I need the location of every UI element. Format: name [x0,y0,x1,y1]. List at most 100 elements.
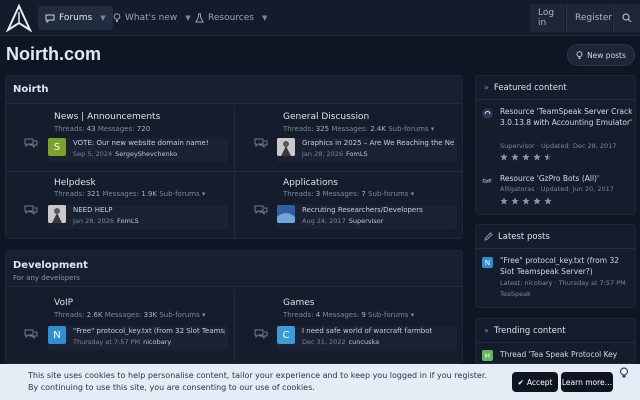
star-icon [522,197,530,205]
last-post-user[interactable]: Supervisor [349,217,384,225]
tab-whats-new[interactable]: What's new ▼ [106,6,198,30]
forum-link-helpdesk[interactable]: Helpdesk [54,178,96,188]
chevron-down-icon[interactable]: ▼ [100,14,105,22]
chevron-down-icon[interactable]: ▾ [411,311,415,319]
featured-item-meta: Supervisor · Updated: Dec 28, 2017 [500,142,617,150]
category-title[interactable]: Noirth [13,84,49,95]
star-icon [500,197,508,205]
learn-more-button[interactable]: Learn more… [561,372,613,392]
star-icon [533,197,541,205]
latest-posts-widget: Latest posts N "Free" protocol_key.txt (… [475,224,636,308]
site-logo[interactable] [6,4,32,32]
last-post-title[interactable]: I need safe world of warcraft farmbot [302,327,454,335]
avatar[interactable] [277,138,295,156]
last-post-title[interactable]: "Free" protocol_key.txt (from 32 Slot Te… [73,327,225,335]
last-post-meta: Jan 28, 2026 FomLS [73,217,139,225]
trending-item-title[interactable]: Thread 'Tea Speak Protocol Key [500,349,634,360]
lightbulb-icon [113,13,121,22]
latest-post-title[interactable]: "Free" protocol_key.txt (from 32 Slot Te… [500,255,634,277]
subforums-dropdown[interactable]: Sub-forums [368,190,408,198]
featured-item-title[interactable]: Resource 'GzPro Bots (All)' [500,173,634,184]
category-header: Noirth [6,76,462,104]
featured-item[interactable]: Resource 'TeamSpeak Server Crack 3.0.13.… [482,106,634,161]
tab-forums[interactable]: Forums ▼ [38,6,113,30]
subforums-dropdown[interactable]: Sub-forums [368,311,408,319]
forum-link-applications[interactable]: Applications [283,178,338,188]
latest-posts-header[interactable]: Latest posts [476,225,635,249]
trending-item[interactable]: H Thread 'Tea Speak Protocol Key [482,349,632,363]
top-navigation: Forums ▼ What's new ▼ Resources ▼ Log in… [0,0,640,36]
last-post[interactable]: Graphics in 2025 – Are We Reaching the N… [277,138,457,162]
cookie-notice: This site uses cookies to help personali… [0,364,640,400]
chevron-down-icon[interactable]: ▾ [202,311,206,319]
avatar[interactable] [277,205,295,223]
chevron-right-icon: » [484,326,489,335]
latest-post-forum[interactable]: TeaSpeak [500,290,531,298]
forum-link-games[interactable]: Games [283,298,314,308]
gzpro-logo-icon: GzP [482,178,493,184]
flask-icon [195,13,204,23]
last-post-title[interactable]: Graphics in 2025 – Are We Reaching the N… [302,139,454,147]
last-post[interactable]: N "Free" protocol_key.txt (from 32 Slot … [48,326,228,350]
chat-bubbles-icon [24,329,38,340]
checkmark-icon: ✔ [517,377,524,387]
star-icon [544,197,552,205]
last-post-date: Jan 28, 2026 [73,217,115,225]
featured-content-widget: » Featured content Resource 'TeamSpeak S… [475,75,636,215]
featured-item[interactable]: GzP Resource 'GzPro Bots (All)' Alligato… [482,173,632,211]
star-icon [533,153,541,161]
star-rating [500,153,552,161]
register-button[interactable]: Register [566,4,612,32]
avatar[interactable]: N [482,257,493,268]
new-posts-button[interactable]: New posts [567,44,635,66]
avatar[interactable]: S [48,138,66,156]
trending-content-header[interactable]: » Trending content [476,319,635,343]
last-post-user[interactable]: nicobary [143,338,171,346]
featured-content-header[interactable]: » Featured content [476,76,635,100]
chevron-down-icon[interactable]: ▾ [431,125,435,133]
last-post-date: Sep 5, 2024 [73,150,113,158]
last-post[interactable]: S VOTE: Our new website domain name! Sep… [48,138,228,162]
subforums-dropdown[interactable]: Sub-forums [159,190,199,198]
avatar[interactable]: C [277,326,295,344]
avatar-image-icon [277,138,295,156]
chevron-down-icon[interactable]: ▾ [202,190,206,198]
last-post-user[interactable]: cuncuska [349,338,380,346]
search-button[interactable] [613,4,640,32]
latest-post-meta: Latest: nicobary · Thursday at 7:57 PM [500,279,626,287]
last-post-user[interactable]: SergeyShevchenko [115,150,177,158]
last-post-title[interactable]: NEED HELP [73,206,225,214]
star-icon [522,153,530,161]
tab-resources[interactable]: Resources ▼ [188,6,274,30]
login-button[interactable]: Log in [530,4,565,32]
lightbulb-icon [576,50,583,59]
avatar[interactable]: H [482,350,493,361]
last-post-title[interactable]: VOTE: Our new website domain name! [73,139,225,147]
chevron-down-icon[interactable]: ▼ [262,14,267,22]
subforums-dropdown[interactable]: Sub-forums [388,125,428,133]
forum-link-voip[interactable]: VoIP [54,298,73,308]
divider [234,289,235,365]
latest-post-item[interactable]: N "Free" protocol_key.txt (from 32 Slot … [482,255,632,305]
last-post-user[interactable]: FomLS [346,150,368,158]
forum-link-general[interactable]: General Discussion [283,112,369,122]
subforums-dropdown[interactable]: Sub-forums [159,311,199,319]
divider [234,106,235,238]
avatar-image-icon [277,205,295,223]
last-post[interactable]: NEED HELP Jan 28, 2026 FomLS [48,205,228,229]
page-title: Noirth.com [6,44,102,64]
cookie-text: This site uses cookies to help personali… [28,370,487,394]
last-post[interactable]: C I need safe world of warcraft farmbot … [277,326,457,350]
accept-cookies-button[interactable]: ✔ Accept [512,372,558,392]
avatar[interactable] [48,205,66,223]
featured-content-title: Featured content [493,82,567,93]
chevron-down-icon[interactable]: ▾ [411,190,415,198]
category-title[interactable]: Development [13,260,88,271]
forum-link-news[interactable]: News | Announcements [54,112,160,122]
last-post-user[interactable]: FomLS [117,217,139,225]
star-icon [544,153,552,161]
featured-item-title[interactable]: Resource 'TeamSpeak Server Crack 3.0.13.… [500,106,634,128]
avatar[interactable]: N [48,326,66,344]
last-post-title[interactable]: Recruting Researchers/Developers [302,206,454,214]
last-post[interactable]: Recruting Researchers/Developers Aug 24,… [277,205,457,229]
